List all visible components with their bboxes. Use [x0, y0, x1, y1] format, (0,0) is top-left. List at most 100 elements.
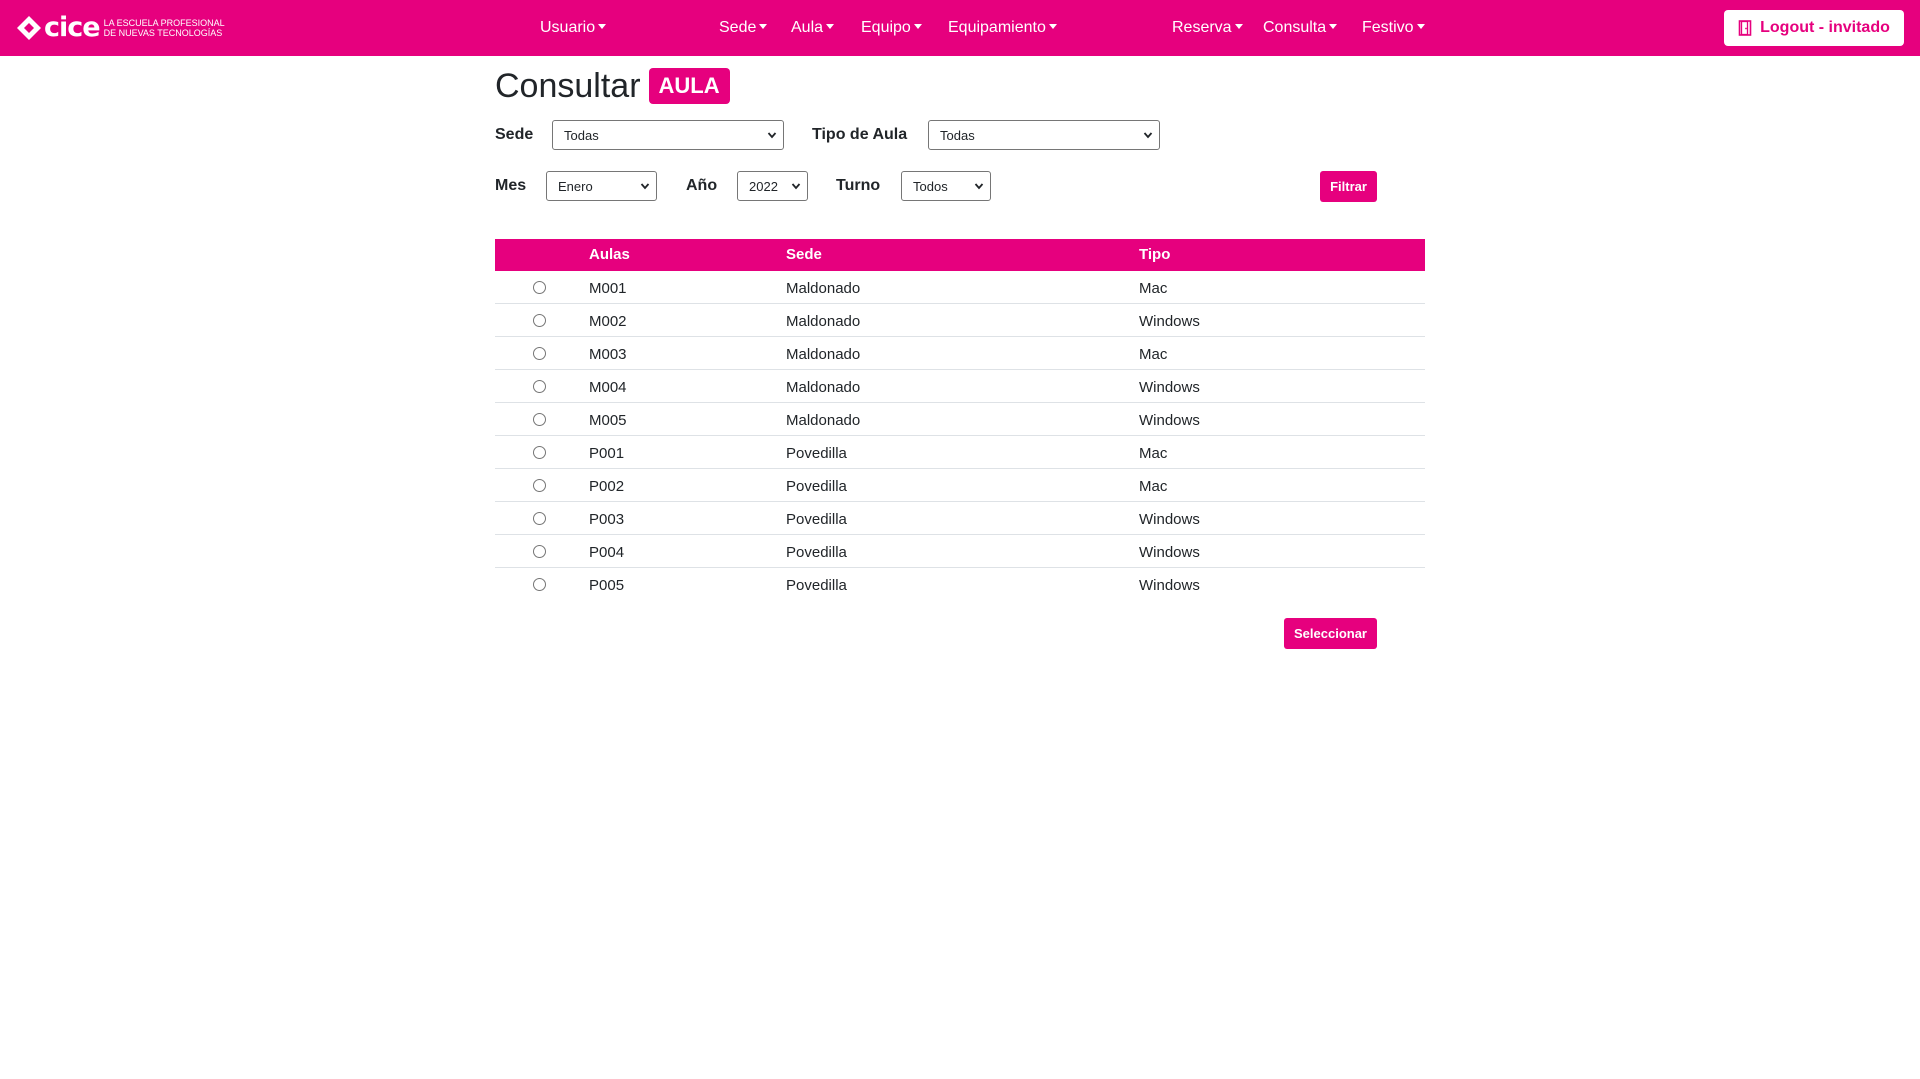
table-row[interactable]: M005 Maldonado Windows: [495, 403, 1425, 436]
table-row[interactable]: P003 Povedilla Windows: [495, 502, 1425, 535]
tipo-aula-select[interactable]: Todas: [928, 120, 1160, 150]
cell-tipo: Windows: [1139, 412, 1200, 429]
mes-filter-label: Mes: [495, 177, 527, 194]
brand-name: cice: [44, 12, 101, 43]
cell-aula: M005: [589, 412, 627, 429]
aulas-table: Aulas Sede Tipo M001 Maldonado Mac M002 …: [495, 239, 1425, 601]
nav-equipo[interactable]: Equipo: [861, 18, 922, 38]
chevron-down-icon: [791, 183, 801, 190]
logout-button[interactable]: Logout - invitado: [1724, 10, 1904, 46]
seleccionar-button[interactable]: Seleccionar: [1284, 618, 1377, 649]
cell-sede: Maldonado: [786, 313, 861, 330]
turno-select-value: Todos: [913, 178, 948, 194]
anio-filter-label: Año: [686, 177, 718, 194]
table-row[interactable]: M004 Maldonado Windows: [495, 370, 1425, 403]
nav-consulta[interactable]: Consulta: [1263, 18, 1338, 38]
cell-aula: P005: [589, 577, 625, 594]
cell-tipo: Windows: [1139, 313, 1200, 330]
page-title-badge: AULA: [648, 68, 730, 104]
mes-select-value: Enero: [558, 178, 593, 194]
nav-aula[interactable]: Aula: [791, 18, 835, 38]
nav-sede-label: Sede: [719, 19, 757, 36]
cell-sede: Povedilla: [786, 478, 847, 495]
header-tipo: Tipo: [1139, 246, 1171, 263]
chevron-down-icon: [974, 183, 984, 190]
brand-tagline-line1: La escuela profesional: [103, 18, 225, 28]
row-radio[interactable]: [533, 446, 546, 459]
cell-aula: P001: [589, 445, 625, 462]
cice-logo-icon: [17, 16, 41, 40]
anio-select-value: 2022: [749, 178, 778, 194]
caret-down-icon: [913, 24, 922, 29]
filtrar-button[interactable]: Filtrar: [1320, 171, 1377, 202]
nav-equipamiento[interactable]: Equipamiento: [948, 18, 1057, 38]
brand-tagline: La escuela profesional de nuevas tecnolo…: [104, 18, 225, 38]
cell-sede: Maldonado: [786, 379, 861, 396]
turno-filter-label: Turno: [836, 177, 881, 194]
nav-reserva[interactable]: Reserva: [1172, 18, 1243, 38]
table-row[interactable]: P005 Povedilla Windows: [495, 568, 1425, 601]
caret-down-icon: [1048, 24, 1057, 29]
row-radio[interactable]: [533, 512, 546, 525]
row-radio[interactable]: [533, 314, 546, 327]
cell-tipo: Mac: [1139, 346, 1168, 363]
caret-down-icon: [826, 24, 835, 29]
header-sede: Sede: [786, 246, 822, 263]
table-row[interactable]: M001 Maldonado Mac: [495, 271, 1425, 304]
nav-reserva-label: Reserva: [1172, 19, 1232, 36]
cell-sede: Povedilla: [786, 577, 847, 594]
mes-select[interactable]: Enero: [546, 171, 657, 201]
brand-logo[interactable]: cice La escuela profesional de nuevas te…: [16, 13, 225, 43]
nav-usuario[interactable]: Usuario: [540, 18, 607, 38]
sede-select[interactable]: Todas: [552, 120, 784, 150]
tipo-aula-select-value: Todas: [940, 127, 975, 143]
caret-down-icon: [598, 24, 607, 29]
nav-aula-label: Aula: [791, 19, 824, 36]
turno-select[interactable]: Todos: [901, 171, 991, 201]
cell-sede: Povedilla: [786, 544, 847, 561]
row-radio[interactable]: [533, 347, 546, 360]
nav-festivo-label: Festivo: [1362, 19, 1414, 36]
cell-tipo: Windows: [1139, 544, 1200, 561]
row-radio[interactable]: [533, 281, 546, 294]
brand-tagline-line2: de nuevas tecnologías: [103, 28, 223, 38]
cell-sede: Maldonado: [786, 346, 861, 363]
table-row[interactable]: M002 Maldonado Windows: [495, 304, 1425, 337]
row-radio[interactable]: [533, 578, 546, 591]
row-radio[interactable]: [533, 479, 546, 492]
table-header: Aulas Sede Tipo: [495, 239, 1425, 271]
cell-aula: M002: [589, 313, 627, 330]
nav-usuario-label: Usuario: [540, 19, 596, 36]
row-radio[interactable]: [533, 545, 546, 558]
cell-sede: Povedilla: [786, 511, 847, 528]
chevron-down-icon: [1143, 132, 1153, 139]
cell-aula: P002: [589, 478, 625, 495]
table-row[interactable]: P004 Povedilla Windows: [495, 535, 1425, 568]
logout-label: Logout - invitado: [1760, 19, 1890, 36]
cell-tipo: Windows: [1139, 511, 1200, 528]
table-row[interactable]: M003 Maldonado Mac: [495, 337, 1425, 370]
caret-down-icon: [1329, 24, 1338, 29]
header-aulas: Aulas: [589, 246, 630, 263]
cell-aula: M004: [589, 379, 627, 396]
cell-sede: Maldonado: [786, 280, 861, 297]
tipo-aula-filter-label: Tipo de Aula: [812, 126, 908, 143]
cell-tipo: Mac: [1139, 478, 1168, 495]
caret-down-icon: [759, 24, 768, 29]
cell-aula: P003: [589, 511, 625, 528]
caret-down-icon: [1234, 24, 1243, 29]
row-radio[interactable]: [533, 380, 546, 393]
cell-sede: Maldonado: [786, 412, 861, 429]
sede-filter-label: Sede: [495, 126, 534, 143]
row-radio[interactable]: [533, 413, 546, 426]
cell-tipo: Mac: [1139, 445, 1168, 462]
sede-select-value: Todas: [564, 127, 599, 143]
cell-tipo: Windows: [1139, 577, 1200, 594]
table-row[interactable]: P001 Povedilla Mac: [495, 436, 1425, 469]
nav-equipo-label: Equipo: [861, 19, 911, 36]
anio-select[interactable]: 2022: [737, 171, 808, 201]
caret-down-icon: [1416, 24, 1425, 29]
nav-sede[interactable]: Sede: [719, 18, 768, 38]
nav-festivo[interactable]: Festivo: [1362, 18, 1425, 38]
table-row[interactable]: P002 Povedilla Mac: [495, 469, 1425, 502]
